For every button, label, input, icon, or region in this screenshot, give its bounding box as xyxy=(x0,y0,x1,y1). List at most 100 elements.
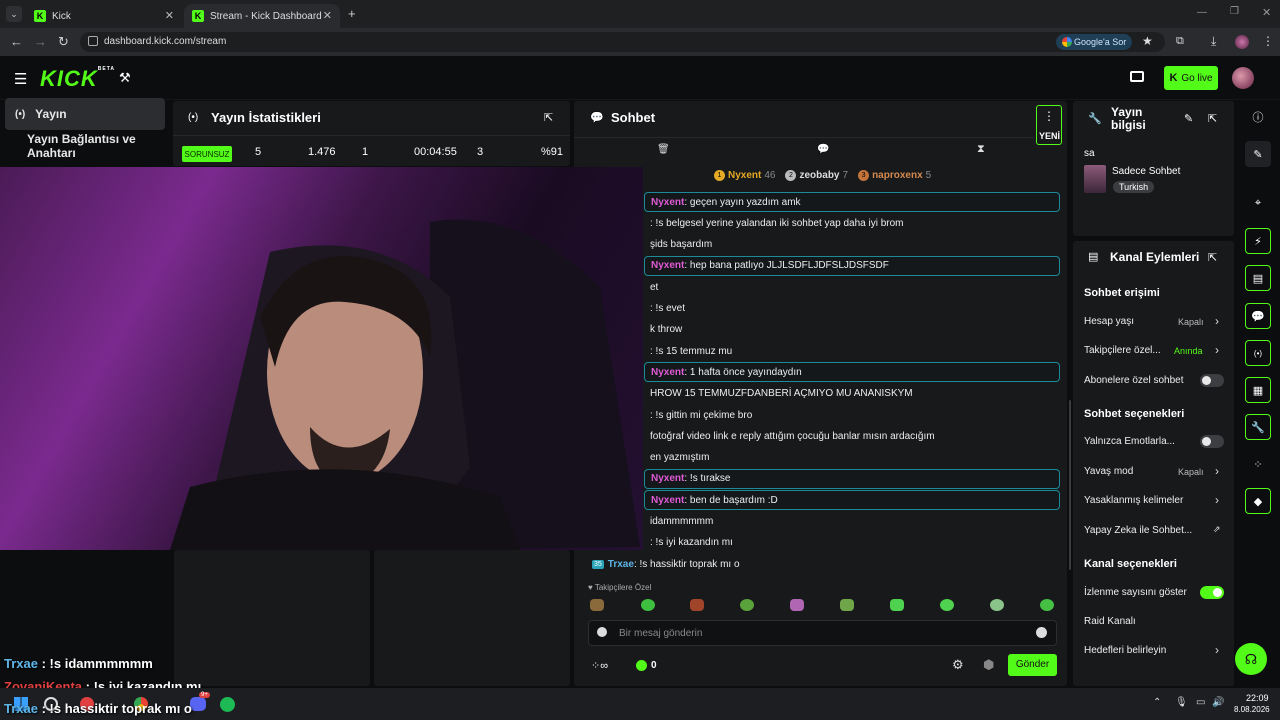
layout-icon[interactable]: ▦ xyxy=(1245,377,1271,403)
chat-scrollbar[interactable] xyxy=(1069,400,1071,570)
emote-icon[interactable] xyxy=(641,599,655,611)
setting-goals[interactable]: Hedefleri belirleyin xyxy=(1084,645,1166,656)
popout-icon[interactable]: ⇱ xyxy=(1208,112,1217,125)
edit-pencil-icon[interactable]: ✎ xyxy=(1184,112,1193,125)
settings-gear-icon[interactable]: ⚙ xyxy=(952,657,964,673)
forward-icon[interactable]: → xyxy=(34,34,47,49)
hammer-icon[interactable]: ⚒ xyxy=(119,70,131,86)
close-window-button[interactable]: ✕ xyxy=(1262,6,1271,19)
hamburger-menu-icon[interactable]: ☰ xyxy=(14,70,27,88)
spotify-icon[interactable] xyxy=(220,697,235,712)
minimize-window-button[interactable]: — xyxy=(1197,7,1207,18)
trash-icon[interactable]: 🗑 xyxy=(657,144,670,155)
emote-icon[interactable] xyxy=(890,599,904,611)
chevron-right-icon[interactable]: › xyxy=(1215,464,1219,478)
top-chatter[interactable]: 1 Nyxent 46 xyxy=(714,170,775,181)
support-button[interactable]: ☊ xyxy=(1235,643,1267,675)
clock-date[interactable]: 8.08.2026 xyxy=(1234,705,1270,714)
info-icon[interactable]: ⓘ xyxy=(1245,104,1271,130)
emote-icon[interactable] xyxy=(990,599,1004,611)
close-tab-icon[interactable]: ✕ xyxy=(323,9,332,22)
popout-icon[interactable]: ⇱ xyxy=(544,111,553,124)
network-icon[interactable]: ▭ xyxy=(1196,697,1205,708)
top-chatter[interactable]: 3 naproxenx 5 xyxy=(858,170,931,181)
tray-chevron-icon[interactable]: ⌃ xyxy=(1153,697,1161,708)
chevron-right-icon[interactable]: › xyxy=(1215,493,1219,507)
chat-username[interactable]: Nyxent xyxy=(651,367,684,378)
chat-username[interactable]: Nyxent xyxy=(651,495,684,506)
mod-shield-icon[interactable]: ⬢ xyxy=(983,657,994,673)
document-icon[interactable]: ▤ xyxy=(1245,265,1271,291)
kick-points-icon[interactable]: ⁘∞ xyxy=(591,659,608,672)
emote-icon[interactable] xyxy=(590,599,604,611)
close-tab-icon[interactable]: ✕ xyxy=(165,9,174,22)
setting-slow-mode[interactable]: Yavaş mod xyxy=(1084,466,1133,477)
focus-icon[interactable]: ⌖ xyxy=(1245,190,1271,216)
setting-banned-words[interactable]: Yasaklanmış kelimeler xyxy=(1084,495,1183,506)
external-link-icon[interactable]: ⇗ xyxy=(1213,524,1221,535)
nav-item-stream[interactable]: (•) Yayın xyxy=(5,98,165,130)
emote-icon[interactable] xyxy=(790,599,804,611)
browser-tab-dashboard[interactable]: K Stream - Kick Dashboard ✕ xyxy=(184,4,340,28)
stream-preview[interactable] xyxy=(0,167,643,550)
tab-search-button[interactable]: ⌄ xyxy=(6,6,22,22)
send-button[interactable]: Gönder xyxy=(1008,654,1057,676)
browser-tab-kick[interactable]: K Kick ✕ xyxy=(26,4,182,28)
address-bar[interactable]: dashboard.kick.com/stream xyxy=(80,32,1165,52)
chevron-right-icon[interactable]: › xyxy=(1215,343,1219,357)
setting-subscribers-only[interactable]: Abonelere özel sohbet xyxy=(1084,375,1184,386)
nav-item-stream-key[interactable]: Yayın Bağlantısı ve Anahtarı xyxy=(5,130,165,162)
points-icon[interactable]: ⁘ xyxy=(1245,451,1271,477)
new-tab-button[interactable]: + xyxy=(348,6,356,21)
rank-badge: 1 xyxy=(714,170,725,181)
hourglass-icon[interactable]: ⧗ xyxy=(977,143,985,156)
go-live-button[interactable]: K Go live xyxy=(1164,66,1218,90)
wrench-icon[interactable]: 🔧 xyxy=(1245,414,1271,440)
bookmark-star-icon[interactable]: ★ xyxy=(1142,34,1153,48)
emoji-icon[interactable] xyxy=(1036,627,1047,638)
download-icon[interactable]: ⤓ xyxy=(1211,34,1216,49)
browser-menu-icon[interactable]: ⋮ xyxy=(1262,34,1274,48)
emote-icon[interactable] xyxy=(840,599,854,611)
chevron-right-icon[interactable]: › xyxy=(1215,314,1219,328)
chat-username[interactable]: Trxae xyxy=(608,559,634,570)
kick-logo[interactable]: KICKBETA xyxy=(40,66,115,92)
back-icon[interactable]: ← xyxy=(10,34,23,49)
setting-ai-chat[interactable]: Yapay Zeka ile Sohbet... xyxy=(1084,525,1192,536)
clock-time[interactable]: 22:09 xyxy=(1246,693,1269,703)
chat-username[interactable]: Nyxent xyxy=(651,473,684,484)
top-chatter[interactable]: 2 zeobaby 7 xyxy=(785,170,848,181)
chevron-right-icon[interactable]: › xyxy=(1215,643,1219,657)
broadcast-icon[interactable]: (•) xyxy=(1245,340,1271,366)
setting-raid[interactable]: Raid Kanalı xyxy=(1084,616,1136,627)
maximize-window-button[interactable]: ❐ xyxy=(1230,6,1239,17)
mod-view-icon[interactable] xyxy=(1130,71,1144,82)
emote-icon[interactable] xyxy=(1040,599,1054,611)
extensions-icon[interactable]: ⧉ xyxy=(1176,35,1184,48)
setting-followers-only[interactable]: Takipçilere özel... xyxy=(1084,345,1161,356)
subscribers-only-toggle[interactable] xyxy=(1200,374,1224,387)
chat-username[interactable]: Nyxent xyxy=(651,260,684,271)
chat-username[interactable]: Nyxent xyxy=(651,197,684,208)
setting-show-viewers[interactable]: İzlenme sayısını göster xyxy=(1084,587,1187,598)
emote-icon[interactable] xyxy=(740,599,754,611)
reload-icon[interactable]: ↻ xyxy=(58,34,69,50)
chat-icon[interactable]: 💬 xyxy=(1245,303,1271,329)
discord-icon[interactable] xyxy=(190,697,206,711)
profile-avatar[interactable] xyxy=(1235,35,1249,49)
moderation-icon[interactable]: ◆ xyxy=(1245,488,1271,514)
volume-icon[interactable]: 🔊 xyxy=(1212,697,1224,708)
lightning-icon[interactable]: ⚡ xyxy=(1245,228,1271,254)
user-avatar[interactable] xyxy=(1232,67,1254,89)
chat-bubble-icon[interactable]: 💬 xyxy=(817,144,829,155)
popout-icon[interactable]: ⇱ xyxy=(1208,251,1217,264)
microphone-icon[interactable]: 🎙 xyxy=(1175,697,1188,708)
show-viewers-toggle[interactable] xyxy=(1200,586,1224,599)
site-info-icon[interactable] xyxy=(88,36,98,46)
edit-pencil-icon[interactable]: ✎ xyxy=(1245,141,1271,167)
emotes-only-toggle[interactable] xyxy=(1200,435,1224,448)
emote-icon[interactable] xyxy=(690,599,704,611)
emote-icon[interactable] xyxy=(940,599,954,611)
setting-emotes-only[interactable]: Yalnızca Emotlarla... xyxy=(1084,436,1175,447)
setting-account-age[interactable]: Hesap yaşı xyxy=(1084,316,1134,327)
